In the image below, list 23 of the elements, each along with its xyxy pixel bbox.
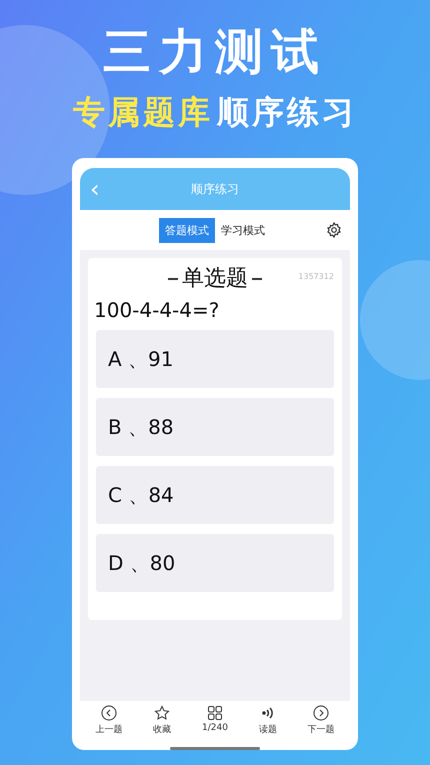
question-type: 单选题 xyxy=(182,265,248,293)
subtitle: 顺序练习 xyxy=(217,92,357,132)
answer-option[interactable]: B 、88 xyxy=(96,398,334,456)
subtitle-highlight: 专属题库 xyxy=(73,92,213,132)
headline: 三力测试 xyxy=(103,23,327,82)
previous-icon xyxy=(100,705,117,721)
star-icon xyxy=(154,705,170,721)
grid-icon xyxy=(207,705,223,721)
nav-button[interactable]: 1/240 xyxy=(202,705,228,747)
speaker-icon xyxy=(260,705,276,721)
mode-tab[interactable]: 答题模式 xyxy=(159,218,215,242)
header-title: 顺序练习 xyxy=(191,180,239,198)
question-id: 1357312 xyxy=(298,272,334,281)
answer-option[interactable]: C 、84 xyxy=(96,466,334,524)
nav-button[interactable]: 读题 xyxy=(258,705,277,747)
nav-button[interactable]: 收藏 xyxy=(153,705,172,747)
answer-option[interactable]: D 、80 xyxy=(96,534,334,592)
nav-button[interactable]: 上一题 xyxy=(95,705,122,747)
next-icon xyxy=(313,705,330,721)
nav-button[interactable]: 下一题 xyxy=(308,705,335,747)
answer-option[interactable]: A 、91 xyxy=(96,330,334,388)
question-text: 100-4-4-4=? xyxy=(94,298,220,322)
settings-icon[interactable] xyxy=(326,222,342,238)
